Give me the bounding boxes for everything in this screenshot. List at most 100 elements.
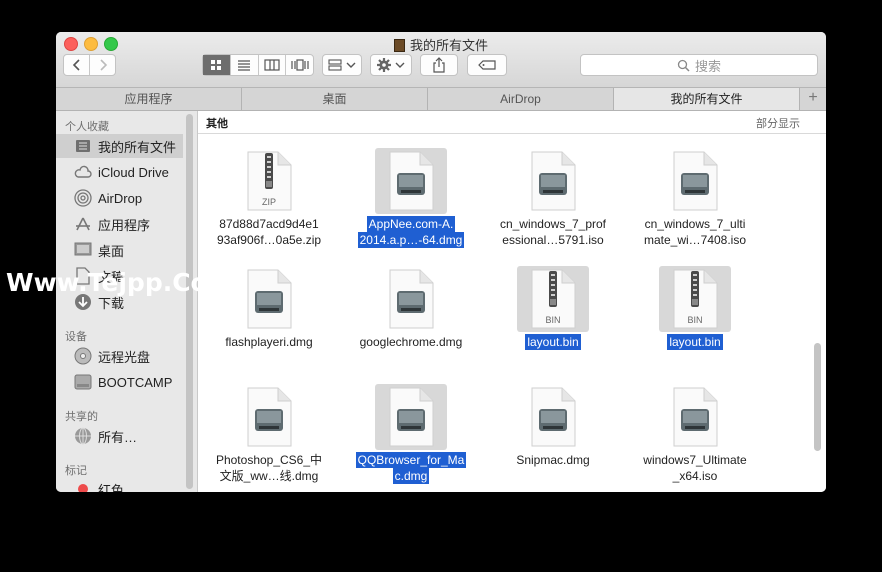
back-button[interactable]	[64, 55, 90, 75]
disk-image-file-icon[interactable]	[375, 266, 447, 332]
svg-text:BIN: BIN	[687, 315, 702, 325]
sidebar-scrollbar[interactable]	[186, 114, 193, 489]
airdrop-icon	[74, 189, 92, 207]
sidebar-item-airdrop[interactable]: AirDrop	[56, 186, 183, 210]
column-view-button[interactable]	[259, 55, 287, 75]
file-name[interactable]: googlechrome.dmg	[340, 334, 482, 350]
sidebar-item-bootcamp[interactable]: BOOTCAMP	[56, 370, 183, 394]
action-button[interactable]	[370, 54, 412, 76]
icon-view-button[interactable]	[203, 55, 231, 75]
archive-file-icon[interactable]: BIN	[517, 266, 589, 332]
title-bar: 我的所有文件 搜索	[56, 32, 826, 88]
tags-button[interactable]	[467, 54, 507, 76]
tab-bar: 应用程序 桌面 AirDrop 我的所有文件 +	[56, 88, 826, 111]
sidebar-item-all-shared[interactable]: 所有…	[56, 424, 183, 448]
disc-icon	[74, 347, 92, 365]
file-name[interactable]: windows7_Ultimate _x64.iso	[624, 452, 766, 484]
chevron-down-icon	[395, 62, 405, 68]
sidebar-item-icloud-drive[interactable]: iCloud Drive	[56, 160, 183, 184]
sidebar-item-label: 远程光盘	[98, 349, 151, 365]
file-name-line: 文版_ww…线.dmg	[219, 469, 319, 483]
sidebar-item-label: 应用程序	[98, 217, 151, 233]
sidebar-item-label: iCloud Drive	[98, 164, 169, 180]
disk-image-file-icon[interactable]	[659, 148, 731, 214]
file-name[interactable]: AppNee.com-A. 2014.a.p…-64.dmg	[340, 216, 482, 248]
folder-icon	[393, 39, 405, 52]
file-name[interactable]: cn_windows_7_ulti mate_wi…7408.iso	[624, 216, 766, 248]
nav-buttons	[63, 54, 116, 76]
list-view-icon	[238, 60, 251, 71]
file-name[interactable]: layout.bin	[624, 334, 766, 350]
new-tab-button[interactable]: +	[800, 88, 826, 110]
disk-image-file-icon[interactable]	[517, 384, 589, 450]
file-name[interactable]: flashplayeri.dmg	[198, 334, 340, 350]
tab-all-my-files[interactable]: 我的所有文件	[614, 88, 800, 110]
file-name[interactable]: Snipmac.dmg	[482, 452, 624, 468]
share-icon	[433, 57, 445, 73]
file-name[interactable]: 87d88d7acd9d4e1 93af906f…0a5e.zip	[198, 216, 340, 248]
disk-image-file-icon[interactable]	[375, 384, 447, 450]
desktop-icon	[74, 241, 92, 259]
content-scrollbar[interactable]	[814, 343, 821, 451]
network-icon	[74, 427, 92, 445]
file-name-line: AppNee.com-A.	[366, 216, 456, 232]
sidebar-item-label: 红色	[98, 482, 125, 493]
sidebar-item-red-tag[interactable]: 红色	[56, 477, 183, 492]
section-title: 其他	[206, 118, 228, 130]
search-placeholder: 搜索	[694, 58, 721, 74]
file-name[interactable]: cn_windows_7_prof essional…5791.iso	[482, 216, 624, 248]
file-name-line: 93af906f…0a5e.zip	[216, 233, 322, 247]
sidebar-item-label: 桌面	[98, 243, 125, 259]
file-name-line: Photoshop_CS6_中	[215, 453, 323, 467]
tag-icon	[478, 60, 496, 70]
file-name-line: layout.bin	[525, 334, 581, 350]
all-files-icon	[74, 137, 92, 155]
share-button[interactable]	[420, 54, 458, 76]
file-name[interactable]: layout.bin	[482, 334, 624, 350]
section-header: 其他 部分显示	[198, 111, 826, 134]
tab-desktop[interactable]: 桌面	[242, 88, 428, 110]
disk-image-file-icon[interactable]	[233, 384, 305, 450]
tab-airdrop[interactable]: AirDrop	[428, 88, 614, 110]
arrange-button[interactable]	[322, 54, 362, 76]
icon-view-icon	[211, 60, 222, 70]
watermark-text: Www.Tejpp.Com	[6, 268, 234, 297]
file-name-line: mate_wi…7408.iso	[643, 233, 747, 247]
disk-image-file-icon[interactable]	[233, 266, 305, 332]
sidebar-item-label: AirDrop	[98, 190, 143, 206]
show-partial-button[interactable]: 部分显示	[756, 115, 800, 131]
archive-file-icon[interactable]: ZIP	[233, 148, 305, 214]
file-name-line: flashplayeri.dmg	[225, 335, 313, 349]
file-name-line: windows7_Ultimate	[643, 453, 747, 467]
column-view-icon	[264, 59, 280, 71]
window-title: 我的所有文件	[56, 35, 826, 54]
tab-applications[interactable]: 应用程序	[56, 88, 242, 110]
chevron-down-icon	[346, 62, 356, 68]
red-tag-icon	[74, 480, 92, 492]
disk-image-file-icon[interactable]	[517, 148, 589, 214]
finder-window: 我的所有文件 搜索 应用程序 桌面 AirDrop 我的所有文件 + 个人收藏 …	[56, 32, 826, 492]
file-name-line: essional…5791.iso	[502, 233, 604, 247]
file-name-line: 87d88d7acd9d4e1	[219, 217, 319, 231]
file-name-line: googlechrome.dmg	[359, 335, 463, 349]
sidebar-item-applications[interactable]: 应用程序	[56, 212, 183, 236]
cloud-icon	[74, 163, 92, 181]
sidebar-item-desktop[interactable]: 桌面	[56, 238, 183, 262]
sidebar-item-label: 所有…	[98, 429, 138, 445]
sidebar-item-label: 我的所有文件	[98, 139, 177, 155]
coverflow-view-icon	[291, 59, 309, 71]
svg-text:ZIP: ZIP	[262, 197, 276, 207]
chevron-right-icon	[99, 59, 107, 71]
forward-button[interactable]	[90, 55, 115, 75]
file-name[interactable]: Photoshop_CS6_中 文版_ww…线.dmg	[198, 452, 340, 484]
sidebar-item-all-my-files[interactable]: 我的所有文件	[56, 134, 183, 158]
coverflow-view-button[interactable]	[286, 55, 313, 75]
list-view-button[interactable]	[231, 55, 259, 75]
search-field[interactable]: 搜索	[580, 54, 818, 76]
disk-image-file-icon[interactable]	[659, 384, 731, 450]
file-name[interactable]: QQBrowser_for_Ma c.dmg	[340, 452, 482, 484]
file-name-line: cn_windows_7_ulti	[644, 217, 746, 231]
sidebar-item-remote-disc[interactable]: 远程光盘	[56, 344, 183, 368]
archive-file-icon[interactable]: BIN	[659, 266, 731, 332]
disk-image-file-icon[interactable]	[375, 148, 447, 214]
